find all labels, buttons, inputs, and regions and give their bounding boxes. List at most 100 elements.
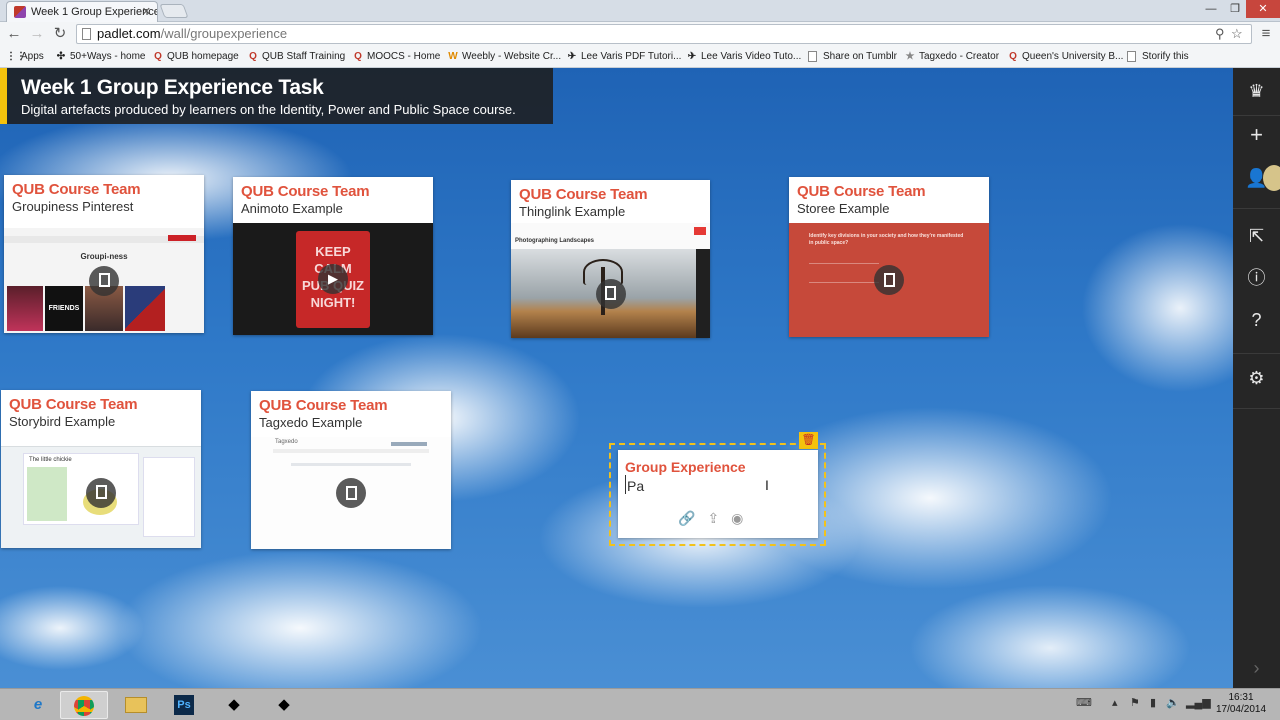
internet-explorer-icon[interactable]: e <box>14 691 62 719</box>
chevron-right-icon[interactable]: › <box>1233 648 1280 688</box>
thumb-caption: Photographing Landscapes <box>515 238 595 244</box>
restore-icon[interactable]: ❐ <box>1222 0 1248 18</box>
clock-date: 17/04/2014 <box>1215 704 1267 715</box>
bookmarks-bar: ⋮⋮ Apps ✣ 50+Ways - home Q QUB homepage Q QU… <box>0 46 1280 68</box>
qub-q-icon: Q <box>154 51 162 62</box>
search-icon[interactable]: ⚲ <box>1215 25 1225 43</box>
help-icon[interactable]: ? <box>1233 300 1280 340</box>
back-icon[interactable]: ← <box>5 25 23 43</box>
clock-time: 16:31 <box>1228 692 1254 703</box>
photoshop-icon[interactable]: Ps <box>160 691 208 719</box>
share-icon[interactable]: ⇱ <box>1233 216 1280 256</box>
post-card-tagxedo[interactable]: QUB Course Team Tagxedo Example Tagxedo <box>251 391 451 549</box>
volume-icon[interactable]: 🔈 <box>1166 696 1180 709</box>
bookmark-moocs-home[interactable]: Q MOOCS - Home <box>352 49 440 65</box>
bookmark-storify[interactable]: Storify this <box>1127 49 1189 65</box>
bookmark-lee-varis-pdf[interactable]: ✈ Lee Varis PDF Tutori... <box>566 49 682 65</box>
padlet-sidebar: ♛ + 👤 ⇱ ⓘ ? ⚙ › <box>1233 68 1280 688</box>
thumb-caption: The little chickie <box>29 457 72 463</box>
wall-subtitle: Digital artefacts produced by learners o… <box>21 102 516 117</box>
lee-varis-logo-icon: ✈ <box>687 51 697 62</box>
post-title: Animoto Example <box>241 201 343 216</box>
padlet-favicon-icon <box>14 6 26 18</box>
post-title: Storee Example <box>797 201 890 216</box>
tab-active[interactable]: Week 1 Group Experience ✕ <box>6 1 158 22</box>
bookmark-star-icon[interactable]: ☆ <box>1231 25 1243 43</box>
bookmark-lee-varis-video[interactable]: ✈ Lee Varis Video Tuto... <box>686 49 801 65</box>
add-post-icon[interactable]: + <box>1233 115 1280 155</box>
clock[interactable]: 16:31 17/04/2014 <box>1206 692 1276 716</box>
post-thumbnail: Identify key divisions in your society a… <box>789 223 989 337</box>
document-overlay-icon <box>336 478 366 508</box>
new-tab-button[interactable] <box>159 4 189 18</box>
wall-header: Week 1 Group Experience Task Digital art… <box>0 68 553 124</box>
bookmark-share-tumblr[interactable]: Share on Tumblr <box>808 49 897 65</box>
window-close-icon[interactable]: ✕ <box>1246 0 1280 18</box>
play-icon[interactable]: ▶ <box>318 264 348 294</box>
post-thumbnail: Photographing Landscapes <box>511 223 710 338</box>
post-card-storee[interactable]: QUB Course Team Storee Example Identify … <box>789 177 989 337</box>
upload-icon[interactable]: ⇪ <box>707 510 719 527</box>
qub-q-icon: Q <box>249 51 257 62</box>
padlet-wall[interactable]: Week 1 Group Experience Task Digital art… <box>0 68 1233 688</box>
post-card-groupiness-pinterest[interactable]: QUB Course Team Groupiness Pinterest Gro… <box>4 175 204 333</box>
apps-grid-icon: ⋮⋮ <box>6 51 26 62</box>
post-card-storybird[interactable]: QUB Course Team Storybird Example The li… <box>1 390 201 548</box>
minimize-icon[interactable]: — <box>1198 0 1224 18</box>
link-icon[interactable]: 🔗 <box>678 510 695 527</box>
post-card-animoto[interactable]: QUB Course Team Animoto Example KEEP CAL… <box>233 177 433 335</box>
post-title: Storybird Example <box>9 414 116 429</box>
tab-strip: Week 1 Group Experience ✕ — ❐ ✕ <box>0 0 1280 22</box>
qub-q-icon: Q <box>1009 51 1017 62</box>
post-author: QUB Course Team <box>241 183 370 200</box>
reload-icon[interactable]: ↻ <box>51 25 69 43</box>
thumb-caption: Groupi-ness <box>80 252 128 261</box>
bookmark-weebly[interactable]: W Weebly - Website Cr... <box>447 49 561 65</box>
post-thumbnail: The little chickie <box>1 437 201 548</box>
bookmark-qub-staff-training[interactable]: Q QUB Staff Training <box>247 49 345 65</box>
webcam-icon[interactable]: ◉ <box>731 510 743 527</box>
flag-icon[interactable]: ⚑ <box>1130 696 1140 709</box>
bookmark-tagxedo[interactable]: ★ Tagxedo - Creator <box>904 49 1000 65</box>
star-icon: ★ <box>905 51 915 62</box>
page-icon <box>1127 51 1136 62</box>
post-title-input[interactable]: Group Experience <box>618 450 818 475</box>
address-bar[interactable]: padlet.com/wall/groupexperience ⚲ ☆ <box>76 24 1252 44</box>
chrome-taskbar-icon[interactable] <box>60 691 108 719</box>
post-body-input[interactable]: Pa <box>625 475 644 494</box>
post-card-thinglink[interactable]: QUB Course Team Thinglink Example Photog… <box>511 180 710 338</box>
tray-expand-icon[interactable]: ▴ <box>1112 696 1118 709</box>
info-icon[interactable]: ⓘ <box>1233 258 1280 298</box>
post-author: QUB Course Team <box>9 396 138 413</box>
file-explorer-icon[interactable] <box>112 691 160 719</box>
app-icon[interactable]: ◆ <box>260 691 308 719</box>
battery-icon[interactable]: ▮ <box>1150 696 1156 709</box>
new-post-editor[interactable]: Group Experience Pa 🔗 ⇪ ◉ <box>618 450 818 538</box>
delete-post-icon[interactable]: 🗑 <box>799 432 818 449</box>
tab-close-icon[interactable]: ✕ <box>142 5 151 18</box>
post-author: QUB Course Team <box>797 183 926 200</box>
chrome-menu-icon[interactable]: ≡ <box>1258 25 1274 42</box>
tab-title: Week 1 Group Experience <box>31 6 158 18</box>
text-cursor-icon: Ι <box>765 477 769 493</box>
post-author: QUB Course Team <box>259 397 388 414</box>
bookmark-50ways[interactable]: ✣ 50+Ways - home <box>55 49 146 65</box>
url-path: /wall/groupexperience <box>160 26 288 41</box>
padlet-logo-icon[interactable]: ♛ <box>1233 71 1280 111</box>
post-thumbnail: KEEP CALM PUB QUIZ NIGHT! ▶ <box>233 223 433 335</box>
app-icon[interactable]: ◆ <box>210 691 258 719</box>
user-avatar[interactable] <box>1263 165 1280 191</box>
keyboard-icon[interactable]: ⌨ <box>1076 696 1092 709</box>
bookmark-apps[interactable]: ⋮⋮ Apps <box>6 49 44 65</box>
forward-icon[interactable]: → <box>28 25 46 43</box>
post-author: QUB Course Team <box>519 186 648 203</box>
document-overlay-icon <box>86 477 116 508</box>
document-overlay-icon <box>874 265 904 295</box>
bookmark-qub-homepage[interactable]: Q QUB homepage <box>152 49 239 65</box>
bookmark-queens-university[interactable]: Q Queen's University B... <box>1007 49 1123 65</box>
thumb-friends-text: FRIENDS <box>45 286 83 331</box>
document-overlay-icon <box>89 265 119 296</box>
post-title: Groupiness Pinterest <box>12 199 134 214</box>
settings-gear-icon[interactable]: ⚙ <box>1233 358 1280 398</box>
browser-toolbar: ← → ↻ padlet.com/wall/groupexperience ⚲ … <box>0 22 1280 46</box>
